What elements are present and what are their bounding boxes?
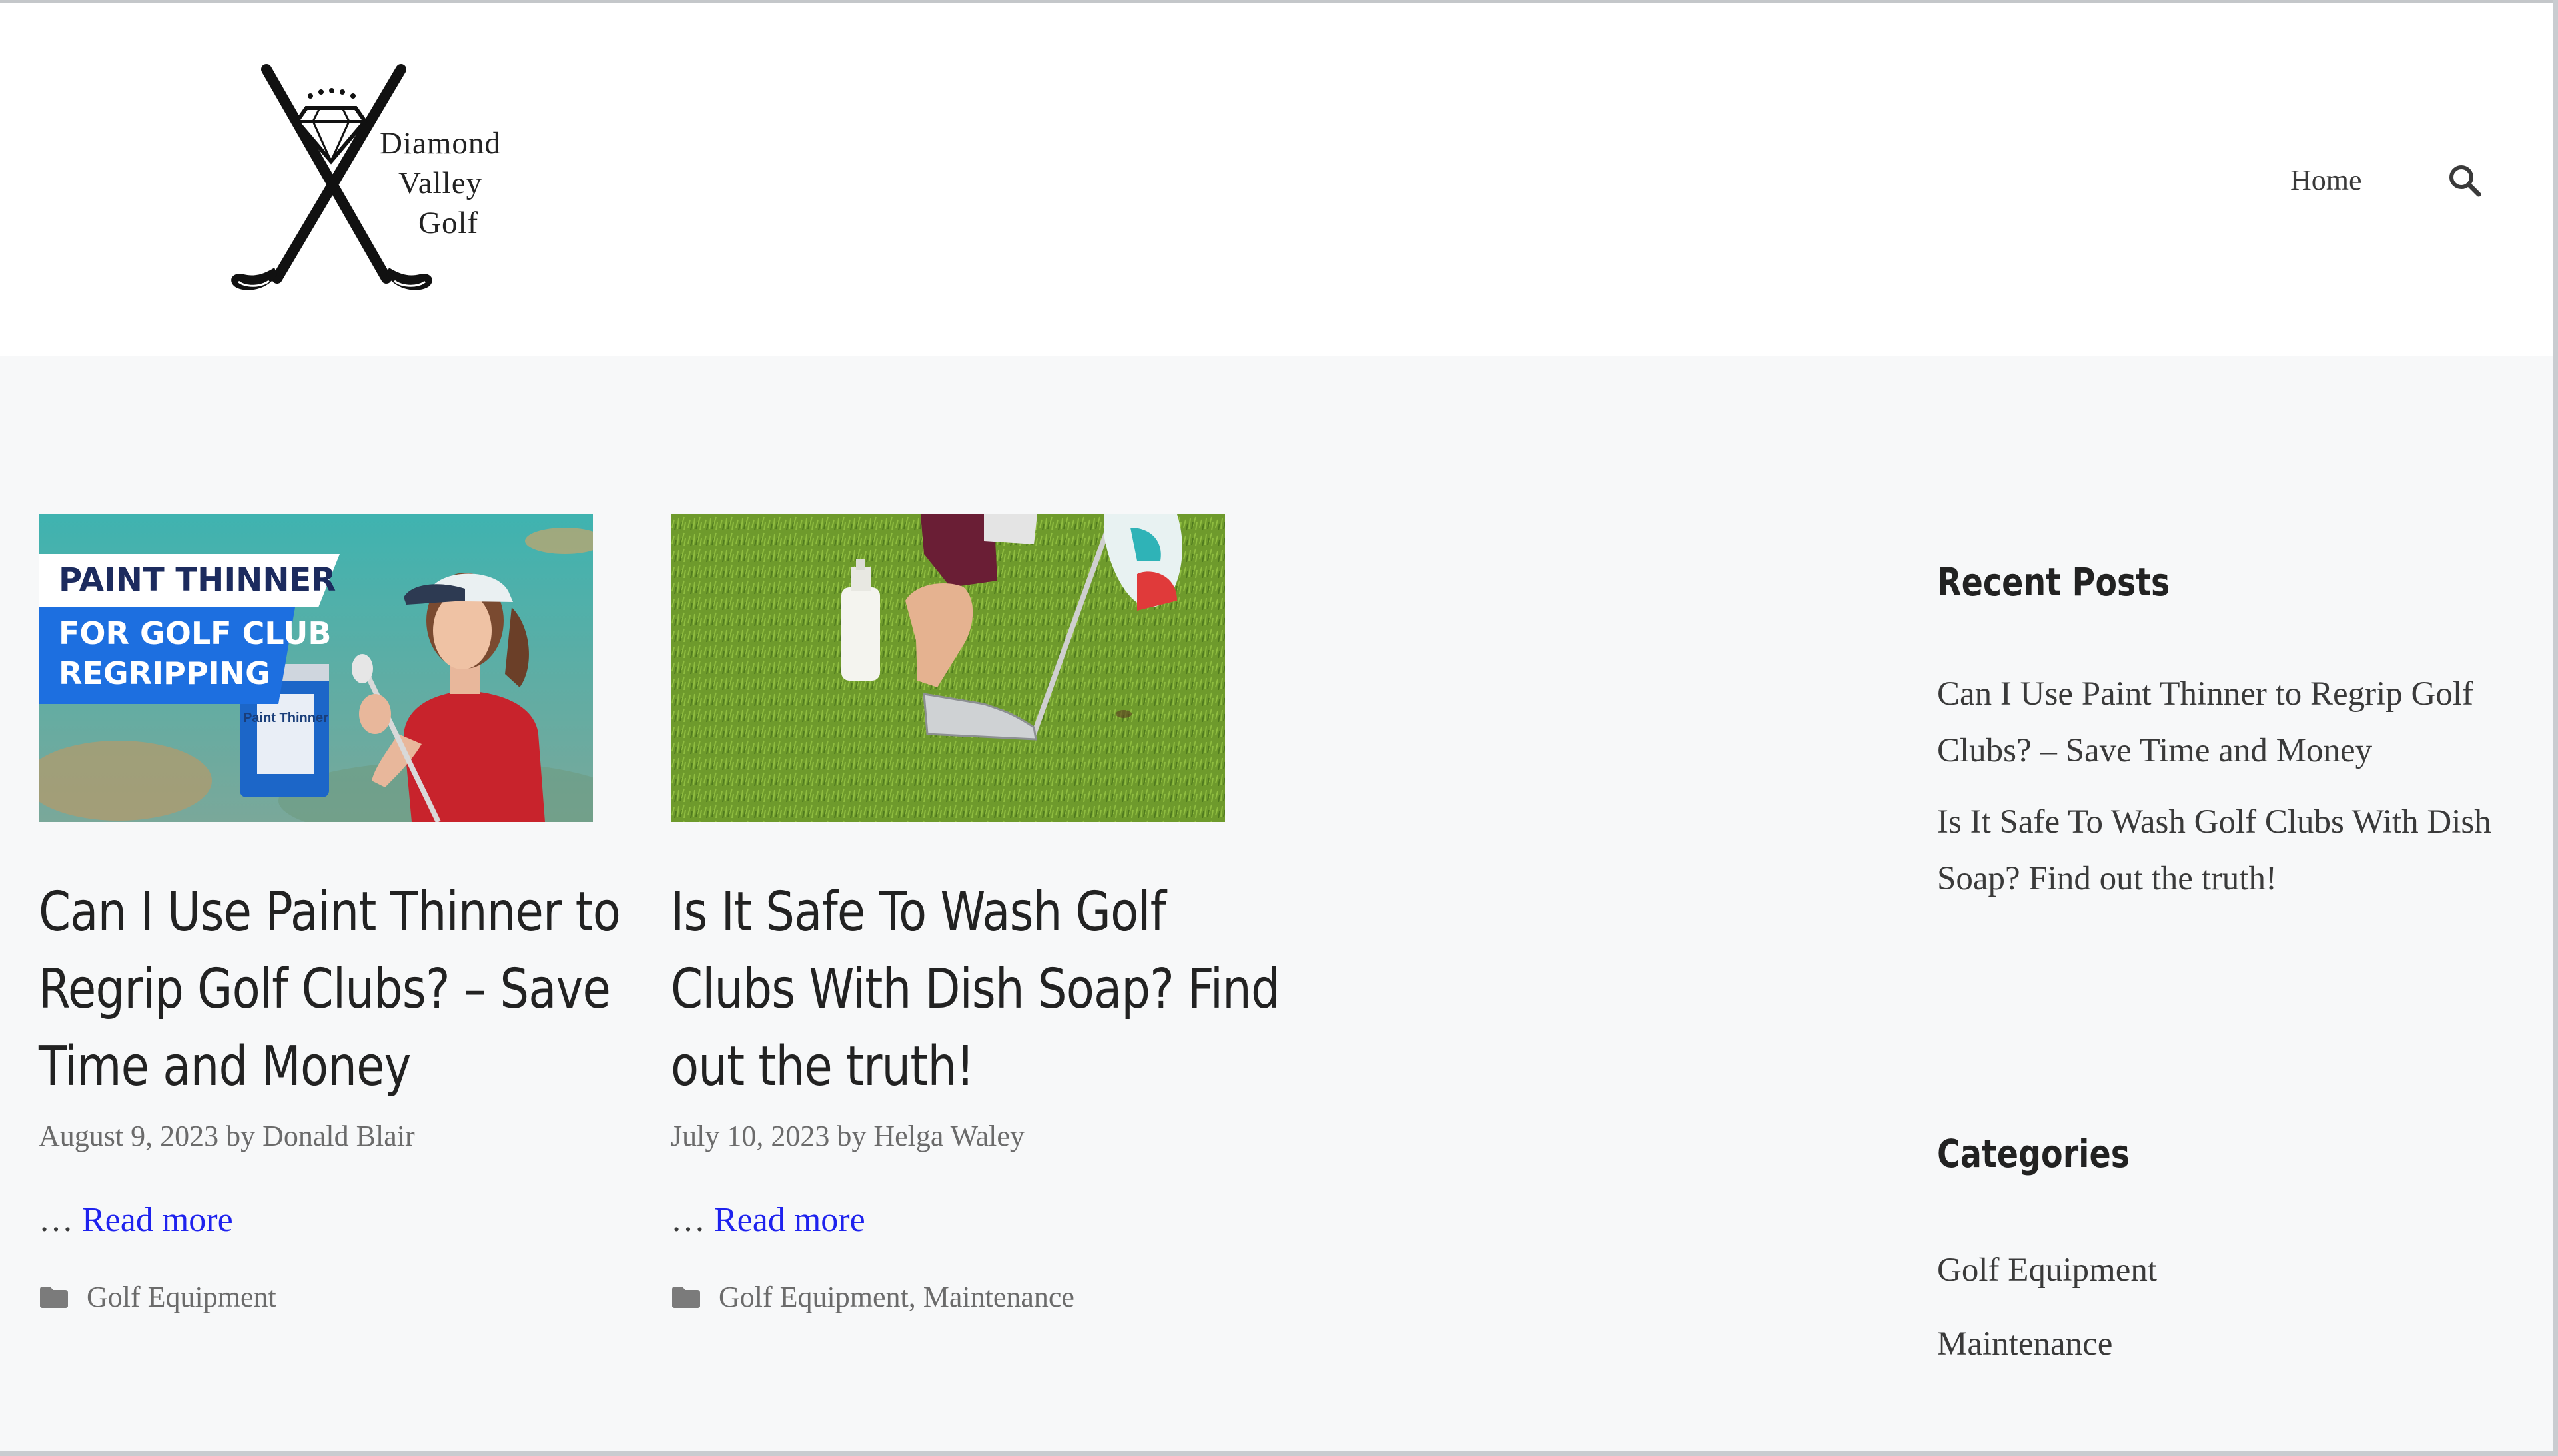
window-right-border <box>2553 0 2558 1456</box>
post-by: by <box>837 1120 867 1152</box>
excerpt-ellipsis: … <box>39 1201 73 1239</box>
recent-post-link[interactable]: Can I Use Paint Thinner to Regrip Golf C… <box>1937 666 2510 779</box>
post-title-link[interactable]: Can I Use Paint Thinner to Regrip Golf C… <box>39 874 621 1106</box>
nav-home-link[interactable]: Home <box>2290 163 2362 197</box>
folder-icon <box>672 1286 700 1308</box>
site-header: Diamond Valley Golf Home <box>0 3 2553 356</box>
logo-line-diamond: Diamond <box>380 126 501 161</box>
excerpt-ellipsis: … <box>671 1201 705 1239</box>
post-title-line: out the truth! <box>671 1035 975 1098</box>
excerpt: … Read more <box>671 1200 865 1240</box>
post-date[interactable]: July 10, 2023 <box>671 1120 829 1152</box>
logo-line-golf: Golf <box>418 206 479 240</box>
post-by: by <box>226 1120 256 1152</box>
post-categories: Golf Equipment <box>39 1280 276 1314</box>
folder-icon <box>40 1286 68 1308</box>
recent-posts-heading: Recent Posts <box>1937 559 2170 605</box>
banner-line-1: PAINT THINNER <box>59 561 336 599</box>
post-meta: August 9, 2023 by Donald Blair <box>39 1119 415 1153</box>
post-categories: Golf Equipment, Maintenance <box>671 1280 1074 1314</box>
post-title-link[interactable]: Is It Safe To Wash Golf Clubs With Dish … <box>671 874 1280 1106</box>
post-title-line: Regrip Golf Clubs? – Save <box>39 958 611 1021</box>
post-author[interactable]: Helga Waley <box>873 1120 1025 1152</box>
read-more-link[interactable]: Read more <box>82 1201 233 1239</box>
site-logo[interactable]: Diamond Valley Golf <box>220 60 540 313</box>
logo-wordmark: Diamond Valley Golf <box>380 123 540 243</box>
post-card: Paint Thinner PAINT THINNER FOR GOLF CLU… <box>39 514 621 1313</box>
banner-line-2: FOR GOLF CLUB <box>59 615 331 651</box>
post-thumbnail[interactable] <box>671 514 1225 822</box>
excerpt: … Read more <box>39 1200 233 1240</box>
recent-post-link[interactable]: Is It Safe To Wash Golf Clubs With Dish … <box>1937 794 2510 907</box>
window-bottom-border <box>0 1451 2558 1456</box>
can-label-text: Paint Thinner <box>243 711 328 725</box>
read-more-link[interactable]: Read more <box>714 1201 865 1239</box>
post-date[interactable]: August 9, 2023 <box>39 1120 218 1152</box>
post-thumbnail[interactable]: Paint Thinner PAINT THINNER FOR GOLF CLU… <box>39 514 593 822</box>
categories-heading: Categories <box>1937 1131 2130 1176</box>
paint-thinner-golfer-image: Paint Thinner PAINT THINNER FOR GOLF CLU… <box>39 514 593 822</box>
logo-line-valley: Valley <box>398 166 483 200</box>
post-title-line: Is It Safe To Wash Golf <box>671 881 1166 944</box>
golf-club-on-grass-image <box>671 514 1225 822</box>
category-link[interactable]: Maintenance <box>1937 1316 2510 1373</box>
post-category-links[interactable]: Golf Equipment <box>87 1280 276 1314</box>
post-author[interactable]: Donald Blair <box>262 1120 415 1152</box>
post-title-line: Clubs With Dish Soap? Find <box>671 958 1280 1021</box>
post-meta: July 10, 2023 by Helga Waley <box>671 1119 1025 1153</box>
category-link[interactable]: Golf Equipment <box>1937 1242 2510 1299</box>
post-title-line: Can I Use Paint Thinner to <box>39 881 621 944</box>
categories-list: Golf Equipment Maintenance <box>1937 1242 2510 1390</box>
banner-line-3: REGRIPPING <box>59 655 270 691</box>
recent-posts-list: Can I Use Paint Thinner to Regrip Golf C… <box>1937 666 2510 922</box>
search-icon[interactable] <box>2446 162 2483 199</box>
post-title-line: Time and Money <box>39 1035 411 1098</box>
post-card: Is It Safe To Wash Golf Clubs With Dish … <box>671 514 1280 1313</box>
post-category-links[interactable]: Golf Equipment, Maintenance <box>719 1280 1074 1314</box>
